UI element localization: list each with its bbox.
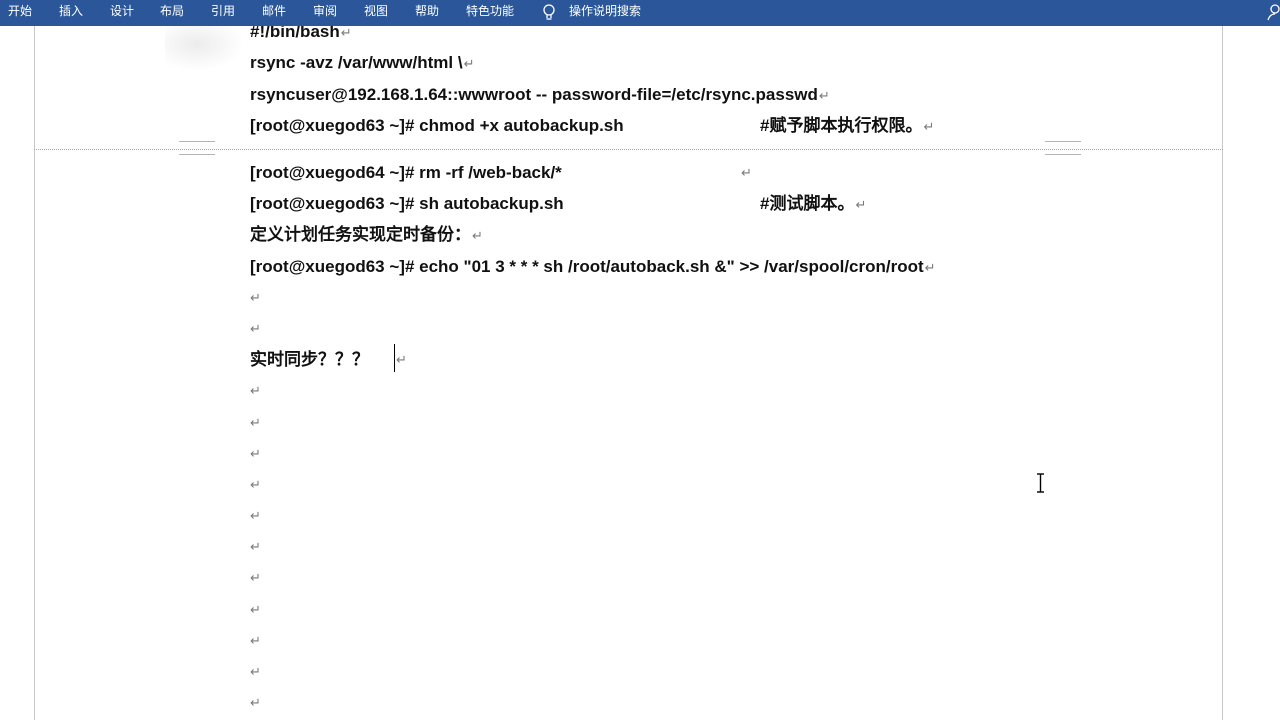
doc-line-rsync-target[interactable]: rsyncuser@192.168.1.64::wwwroot -- passw…	[250, 83, 830, 107]
doc-line-chmod[interactable]: [root@xuegod63 ~]# chmod +x autobackup.s…	[250, 114, 624, 138]
empty-paragraph[interactable]: ↵	[250, 286, 261, 310]
tab-insert[interactable]: 插入	[59, 0, 83, 26]
paragraph-mark: ↵	[855, 197, 867, 212]
smudge-artifact	[165, 26, 245, 71]
doc-line-rsync[interactable]: rsync -avz /var/www/html \↵	[250, 51, 474, 75]
lightbulb-icon	[541, 3, 557, 23]
paragraph-mark: ↵	[923, 119, 935, 134]
paragraph-mark: ↵	[818, 88, 830, 103]
page-corner-mark-left	[179, 141, 215, 156]
tab-help[interactable]: 帮助	[415, 0, 439, 26]
paragraph-mark: ↵	[472, 228, 483, 243]
account-icon[interactable]	[1266, 3, 1280, 21]
empty-paragraph[interactable]: ↵	[250, 629, 261, 653]
paragraph-mark: ↵	[741, 165, 752, 180]
empty-paragraph[interactable]: ↵	[250, 660, 261, 684]
empty-paragraph[interactable]: ↵	[250, 504, 261, 528]
doc-line-echo-cron[interactable]: [root@xuegod63 ~]# echo "01 3 * * * sh /…	[250, 255, 936, 279]
doc-line-cron-heading[interactable]: 定义计划任务实现定时备份：↵	[250, 223, 483, 247]
paragraph-mark: ↵	[463, 56, 475, 71]
tab-design[interactable]: 设计	[110, 0, 134, 26]
tab-layout[interactable]: 布局	[160, 0, 184, 26]
empty-paragraph[interactable]: ↵	[250, 473, 261, 497]
empty-paragraph[interactable]: ↵	[250, 691, 261, 715]
tab-special-features[interactable]: 特色功能	[466, 0, 514, 26]
page-right-edge	[1222, 26, 1223, 720]
tell-me-label: 操作说明搜索	[569, 4, 642, 18]
empty-paragraph[interactable]: ↵	[250, 535, 261, 559]
ribbon-tab-bar: 开始 插入 设计 布局 引用 邮件 审阅 视图 帮助 特色功能 操作说明搜索	[0, 0, 1280, 26]
tab-view[interactable]: 视图	[364, 0, 388, 26]
tab-references[interactable]: 引用	[211, 0, 235, 26]
empty-paragraph[interactable]: ↵	[250, 442, 261, 466]
doc-comment-chmod[interactable]: #赋予脚本执行权限。↵	[760, 114, 934, 138]
paragraph-mark: ↵	[396, 352, 407, 367]
empty-paragraph[interactable]: ↵	[250, 598, 261, 622]
text-caret	[394, 344, 395, 372]
page-corner-mark-right	[1045, 141, 1081, 156]
tell-me-search[interactable]: 操作说明搜索	[541, 0, 641, 26]
empty-paragraph[interactable]: ↵	[250, 379, 261, 403]
doc-line-rm[interactable]: [root@xuegod64 ~]# rm -rf /web-back/*	[250, 161, 562, 185]
paragraph-mark: ↵	[924, 260, 936, 275]
page-left-edge	[34, 26, 35, 720]
empty-paragraph[interactable]: ↵	[250, 566, 261, 590]
doc-line-shebang[interactable]: #!/bin/bash↵	[250, 26, 352, 44]
tab-review[interactable]: 审阅	[313, 0, 337, 26]
empty-paragraph[interactable]: ↵	[250, 411, 261, 435]
document-canvas[interactable]: #!/bin/bash↵ rsync -avz /var/www/html \↵…	[0, 26, 1280, 720]
doc-line-realtime-sync[interactable]: 实时同步？？？	[250, 348, 369, 372]
tab-mailings[interactable]: 邮件	[262, 0, 286, 26]
empty-paragraph[interactable]: ↵	[250, 317, 261, 341]
tab-home[interactable]: 开始	[8, 0, 32, 26]
ibeam-cursor-icon	[1036, 473, 1045, 493]
doc-comment-sh[interactable]: #测试脚本。↵	[760, 192, 866, 216]
doc-line-sh[interactable]: [root@xuegod63 ~]# sh autobackup.sh	[250, 192, 564, 216]
paragraph-mark: ↵	[340, 26, 352, 40]
